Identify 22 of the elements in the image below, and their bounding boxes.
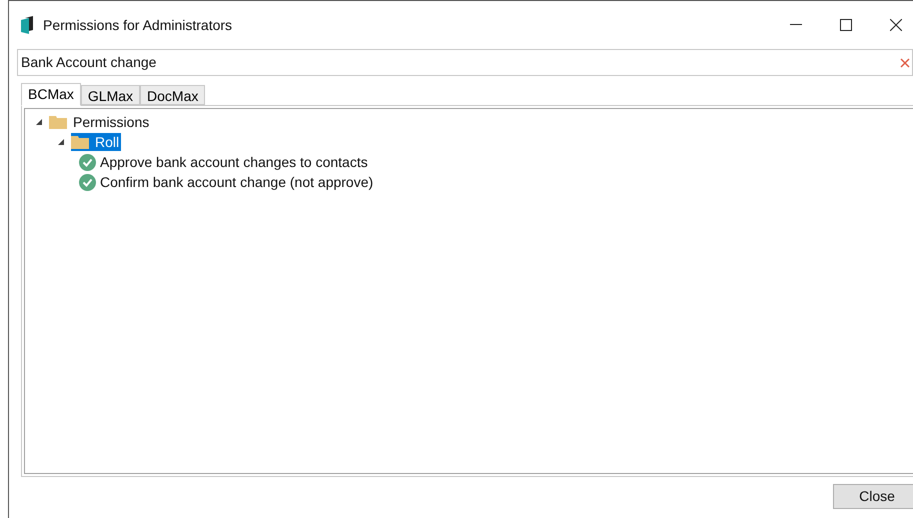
node-label: Permissions: [73, 112, 150, 132]
folder-icon: [71, 135, 89, 149]
close-icon: [890, 19, 902, 31]
check-circle-icon: [79, 154, 96, 170]
tab[interactable]: DocMax: [140, 85, 206, 105]
folder-node[interactable]: Roll: [71, 133, 122, 151]
close-dialog-button[interactable]: Close: [833, 484, 913, 509]
folder-node[interactable]: Permissions: [49, 113, 152, 131]
window-title: Permissions for Administrators: [43, 16, 232, 34]
minimize-icon: [790, 24, 802, 26]
search-field[interactable]: Bank Account change: [17, 49, 913, 76]
tab[interactable]: GLMax: [80, 85, 140, 105]
search-input[interactable]: Bank Account change: [21, 52, 900, 73]
maximize-icon: [840, 19, 852, 31]
clear-icon[interactable]: [900, 58, 910, 68]
folder-icon: [49, 115, 67, 129]
node-label: Roll: [95, 132, 120, 152]
tab[interactable]: BCMax: [21, 83, 81, 106]
check-circle-icon: [79, 174, 96, 190]
expand-arrow-icon[interactable]: [57, 138, 65, 146]
expand-arrow-icon[interactable]: [35, 118, 43, 126]
app-logo-icon: [21, 16, 35, 34]
